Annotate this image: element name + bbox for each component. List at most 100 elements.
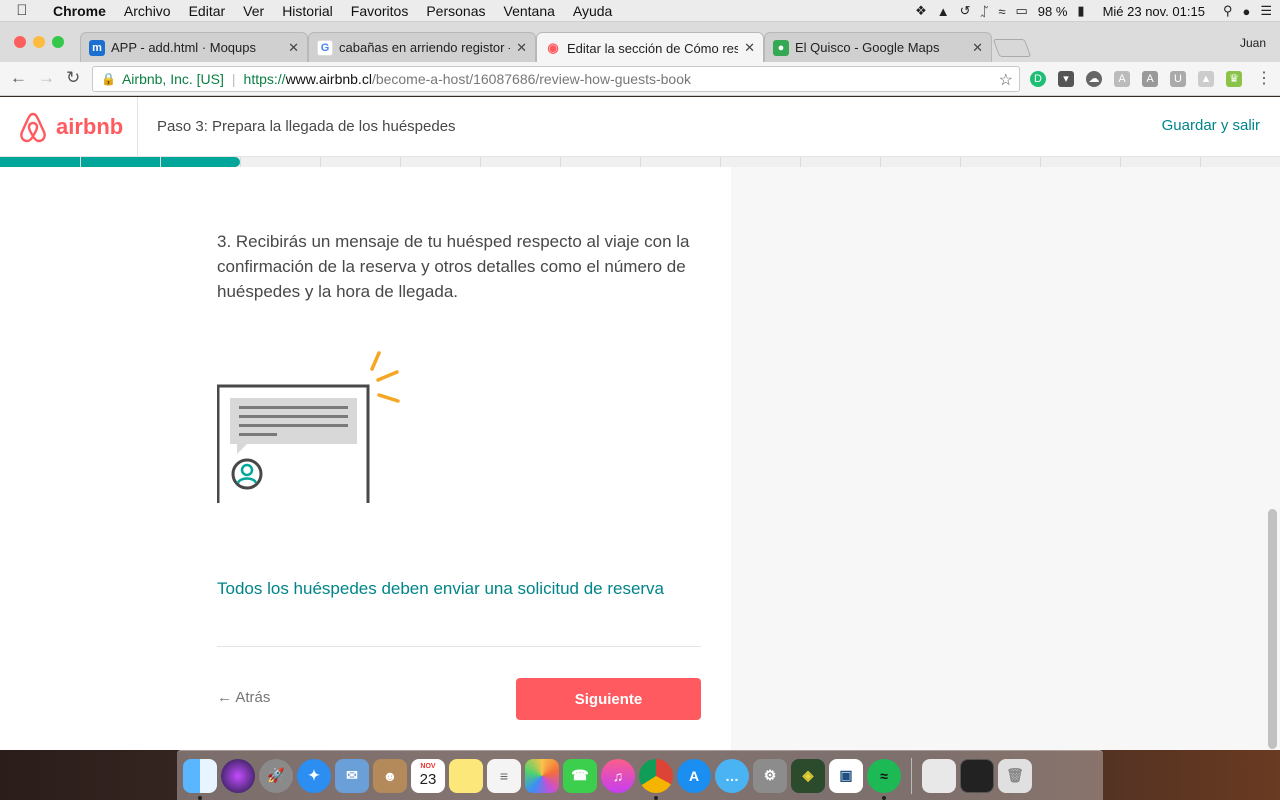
drive-ext-icon[interactable]: ▲ [1198,71,1214,87]
calendar-month: NOV [420,762,436,770]
sequel-app-icon[interactable]: ◈ [791,758,825,793]
address-bar[interactable]: 🔒 Airbnb, Inc. [US] | https:// www.airbn… [92,66,1020,92]
guest-avatar-icon [231,458,263,490]
next-button[interactable]: Siguiente [516,678,701,720]
airbnb-logo[interactable]: airbnb [18,111,123,143]
time-machine-icon[interactable]: ↺ [960,3,971,19]
airbnb-belo-icon [20,112,46,143]
tab-moqups[interactable]: m APP - add.html · Moqups ✕ [80,32,308,62]
step-description: 3. Recibirás un mensaje de tu huésped re… [217,232,690,301]
chrome-icon[interactable] [639,758,673,800]
message-line [239,415,348,418]
airbnb-icon: ◉ [547,40,559,55]
close-tab-icon[interactable]: ✕ [744,40,755,56]
menu-editar[interactable]: Editar [180,3,235,19]
angular-icon-1[interactable]: A [1114,71,1130,87]
reminders-icon[interactable]: ≡ [487,758,521,793]
progress-segment-tick [1040,157,1041,167]
new-tab-button[interactable] [992,39,1032,57]
scrollbar-thumb[interactable] [1268,509,1277,749]
progress-segment-tick [880,157,881,167]
tab-google-maps[interactable]: ● El Quisco - Google Maps ✕ [764,32,992,62]
menu-personas[interactable]: Personas [417,3,494,19]
safari-icon[interactable]: ✦ [297,758,331,793]
siri-icon[interactable]: ● [1242,4,1250,19]
forward-arrow-icon[interactable]: → [38,68,55,88]
menu-favoritos[interactable]: Favoritos [342,3,418,19]
back-arrow-icon: ← [217,689,232,706]
menu-app-name[interactable]: Chrome [44,3,115,19]
booking-request-link[interactable]: Todos los huéspedes deben enviar una sol… [217,579,717,599]
progress-segment-tick [800,157,801,167]
apple-menu-icon[interactable]:  [0,2,44,19]
calendar-day: 23 [419,770,437,788]
spotify-icon[interactable]: ≈ [867,758,901,800]
message-line [239,406,348,409]
calendar-icon[interactable]: NOV 23 [411,758,445,793]
bookmark-star-icon[interactable]: ☆ [999,70,1013,90]
app-store-icon[interactable]: A [677,758,711,793]
menu-archivo[interactable]: Archivo [115,3,180,19]
launchpad-icon[interactable]: 🚀 [259,758,293,793]
progress-segment-tick [240,157,241,167]
minimize-window-button[interactable] [33,36,45,48]
progress-bar [0,157,1280,167]
maps-icon: ● [773,39,789,56]
back-button[interactable]: ← Atrás [217,689,270,706]
finder-icon[interactable] [183,758,217,800]
close-window-button[interactable] [14,36,26,48]
sourcetree-icon[interactable]: ▣ [829,758,863,793]
wifi-icon[interactable]: ≈ [998,4,1005,19]
menu-historial[interactable]: Historial [273,3,342,19]
cloud-icon[interactable]: ☁ [1086,71,1102,87]
notification-center-icon[interactable]: ☰ [1260,3,1272,19]
url-path: /become-a-host/16087686/review-how-guest… [371,71,692,87]
trash-icon[interactable]: 🗑 [998,758,1032,793]
menu-ventana[interactable]: Ventana [495,3,564,19]
zoom-window-button[interactable] [52,36,64,48]
tab-google-search[interactable]: G cabañas en arriendo registor - ✕ [308,32,536,62]
battery-icon[interactable]: ▮ [1077,3,1084,19]
photos-icon[interactable] [525,758,559,793]
tab-airbnb-edit[interactable]: ◉ Editar la sección de Cómo rese ✕ [536,32,764,63]
url-separator: | [231,71,236,87]
drive-icon[interactable]: ▲ [937,4,950,19]
close-tab-icon[interactable]: ✕ [972,40,983,56]
airplay-icon[interactable]: ▭ [1015,3,1027,19]
back-arrow-icon[interactable]: ← [10,68,27,88]
itunes-icon[interactable]: ♫ [601,758,635,793]
messages-icon[interactable]: … [715,758,749,793]
pocket-icon[interactable]: ▾ [1058,71,1074,87]
profile-name[interactable]: Juan [1240,36,1266,50]
notes-icon[interactable] [449,758,483,793]
extension-u-icon[interactable]: U [1170,71,1186,87]
spotlight-icon[interactable]: ⚲ [1223,3,1233,19]
crown-icon[interactable]: ♛ [1226,71,1242,87]
reload-icon[interactable]: ↻ [66,68,80,88]
clock[interactable]: Mié 23 nov. 01:15 [1103,4,1205,19]
bluetooth-icon[interactable]: ᛢ [981,4,989,19]
downloads-stack-icon[interactable] [922,758,956,793]
notification-burst-icon [370,351,400,403]
close-tab-icon[interactable]: ✕ [288,40,299,56]
menu-ver[interactable]: Ver [234,3,273,19]
progress-segment-tick [160,157,161,167]
google-icon: G [317,39,333,56]
screen-recording-icon[interactable] [960,758,994,793]
siri-icon[interactable] [221,758,255,793]
facetime-icon[interactable]: ☎ [563,758,597,793]
contacts-icon[interactable]: ☻ [373,758,407,793]
system-preferences-icon[interactable]: ⚙ [753,758,787,793]
next-label: Siguiente [574,690,643,708]
menu-ayuda[interactable]: Ayuda [564,3,621,19]
dropbox-icon[interactable]: ❖ [915,3,927,19]
step-title: Paso 3: Prepara la llegada de los huéspe… [157,118,456,135]
chrome-menu-icon[interactable]: ⋮ [1256,71,1272,87]
extension-d-icon[interactable]: D [1030,71,1046,87]
save-and-exit-link[interactable]: Guardar y salir [1162,117,1260,134]
progress-segment-tick [320,157,321,167]
close-tab-icon[interactable]: ✕ [516,40,527,56]
mail-icon[interactable]: ✉ [335,758,369,793]
angular-icon-2[interactable]: A [1142,71,1158,87]
message-line [239,424,348,427]
